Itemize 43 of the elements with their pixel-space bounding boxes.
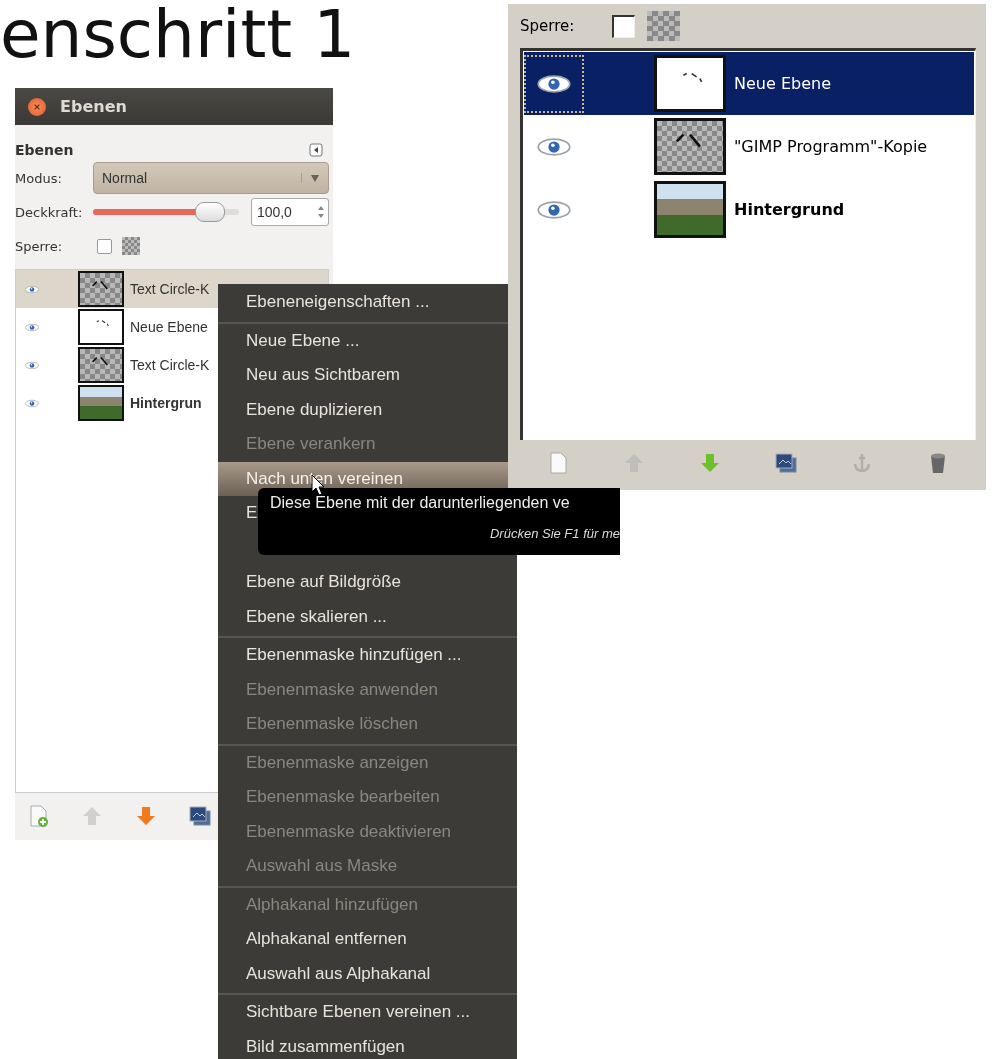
layer-row[interactable]: Neue Ebene: [524, 52, 974, 115]
menu-item[interactable]: Neue Ebene ...: [218, 321, 517, 358]
close-button[interactable]: [28, 97, 46, 116]
panel-menu-icon[interactable]: [309, 143, 323, 157]
slider-handle[interactable]: [195, 202, 226, 222]
checkerboard-icon: [647, 11, 680, 41]
menu-item[interactable]: Ebenenmaske hinzufügen ...: [218, 636, 517, 673]
layer-name: "GIMP Programm"-Kopie: [734, 137, 928, 156]
layer-name: Hintergrund: [734, 200, 845, 219]
panel-heading: Ebenen: [15, 142, 74, 158]
checkerboard-icon: [122, 237, 140, 255]
opacity-spinbox[interactable]: 100,0: [250, 198, 329, 226]
layer-name: Hintergrun: [130, 395, 202, 411]
menu-item[interactable]: Sichtbare Ebenen vereinen ...: [218, 993, 517, 1030]
slide-title: enschritt 1: [0, 2, 356, 68]
dropdown-arrow-icon[interactable]: [301, 173, 320, 183]
tooltip-hint: Drücken Sie F1 für me: [489, 526, 620, 541]
field-label: Deckkraft:: [15, 204, 84, 220]
duplicate-icon[interactable]: [773, 450, 799, 476]
layer-name: Text Circle-K: [130, 357, 210, 373]
close-icon[interactable]: [33, 102, 41, 111]
field-label: Sperre:: [15, 238, 64, 254]
layer-row[interactable]: Hintergrund: [524, 178, 974, 241]
field-label: Sperre:: [520, 17, 576, 35]
field-label: Modus:: [15, 170, 63, 186]
opacity-slider[interactable]: [92, 202, 239, 222]
menu-item[interactable]: Auswahl aus Alphakanal: [218, 956, 517, 991]
window-title: Ebenen: [60, 97, 127, 116]
layer-row[interactable]: "GIMP Programm"-Kopie: [524, 115, 974, 178]
eye-icon[interactable]: [537, 74, 571, 93]
menu-item[interactable]: Ebene auf Bildgröße: [218, 565, 517, 600]
lock-checkbox[interactable]: [97, 238, 112, 254]
menu-item[interactable]: Ebene skalieren ...: [218, 599, 517, 634]
lock-checkbox[interactable]: [612, 14, 635, 38]
mode-dropdown[interactable]: Normal: [93, 162, 329, 194]
duplicate-icon[interactable]: [187, 803, 213, 829]
tooltip-text: Diese Ebene mit der darunterliegenden ve: [270, 494, 571, 512]
layer-name: Neue Ebene: [130, 319, 208, 335]
layer-name: Text Circle-K: [130, 281, 210, 297]
layer-name: Neue Ebene: [734, 74, 831, 93]
spin-arrows-icon[interactable]: [317, 204, 325, 220]
menu-item[interactable]: Bild zusammenfügen: [218, 1029, 517, 1059]
menu-item[interactable]: Alphakanal entfernen: [218, 922, 517, 957]
